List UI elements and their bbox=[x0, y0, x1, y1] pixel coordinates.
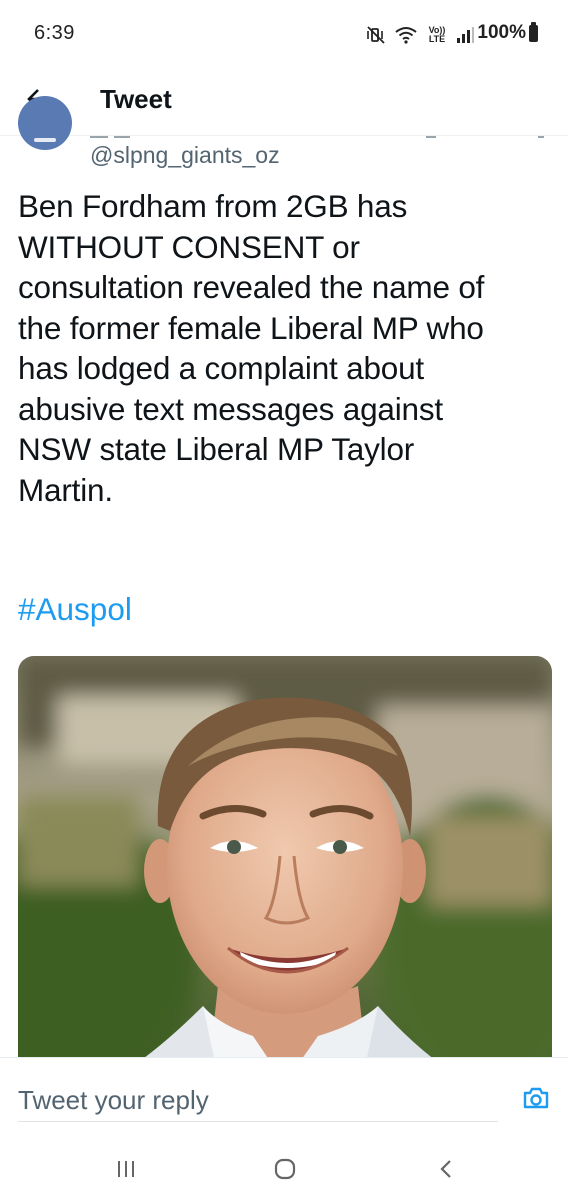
system-back-button[interactable] bbox=[424, 1153, 468, 1189]
camera-button[interactable] bbox=[518, 1082, 554, 1118]
battery-icon bbox=[529, 21, 538, 42]
tweet-photo[interactable] bbox=[18, 656, 552, 1076]
status-icons: Vo)) LTE bbox=[366, 22, 474, 48]
mute-vibrate-icon bbox=[366, 25, 386, 45]
recent-apps-icon bbox=[115, 1158, 137, 1185]
wifi-icon bbox=[394, 25, 418, 45]
battery-status: 100% bbox=[477, 21, 538, 44]
app-header: Tweet bbox=[0, 70, 568, 136]
hashtag-link[interactable]: #Auspol bbox=[18, 589, 132, 629]
display-name-cut bbox=[90, 136, 546, 139]
home-icon bbox=[273, 1157, 297, 1186]
status-bar: 6:39 Vo)) LTE 100% bbox=[0, 0, 568, 70]
back-chevron-icon bbox=[437, 1158, 455, 1185]
battery-percent: 100% bbox=[477, 22, 526, 43]
home-button[interactable] bbox=[263, 1153, 307, 1189]
reply-input[interactable]: Tweet your reply bbox=[18, 1078, 498, 1122]
author-handle[interactable]: @slpng_giants_oz bbox=[90, 142, 280, 169]
page-title: Tweet bbox=[100, 84, 172, 114]
camera-icon bbox=[522, 1086, 550, 1115]
tweet-author: @slpng_giants_oz bbox=[0, 96, 568, 176]
photo-of-smiling-man bbox=[18, 656, 552, 1076]
volte-lte-icon: Vo)) LTE bbox=[428, 25, 446, 44]
tweet-detail-screen: 6:39 Vo)) LTE 100% Tweet @slpng_giants_o… bbox=[0, 0, 568, 1200]
system-nav-bar bbox=[0, 1139, 568, 1200]
avatar[interactable] bbox=[18, 96, 72, 150]
recent-apps-button[interactable] bbox=[104, 1153, 148, 1189]
signal-icon bbox=[456, 26, 474, 44]
status-time: 6:39 bbox=[34, 22, 75, 44]
reply-bar: Tweet your reply bbox=[0, 1057, 568, 1139]
tweet-text: Ben Fordham from 2GB has WITHOUT CONSENT… bbox=[18, 188, 485, 508]
